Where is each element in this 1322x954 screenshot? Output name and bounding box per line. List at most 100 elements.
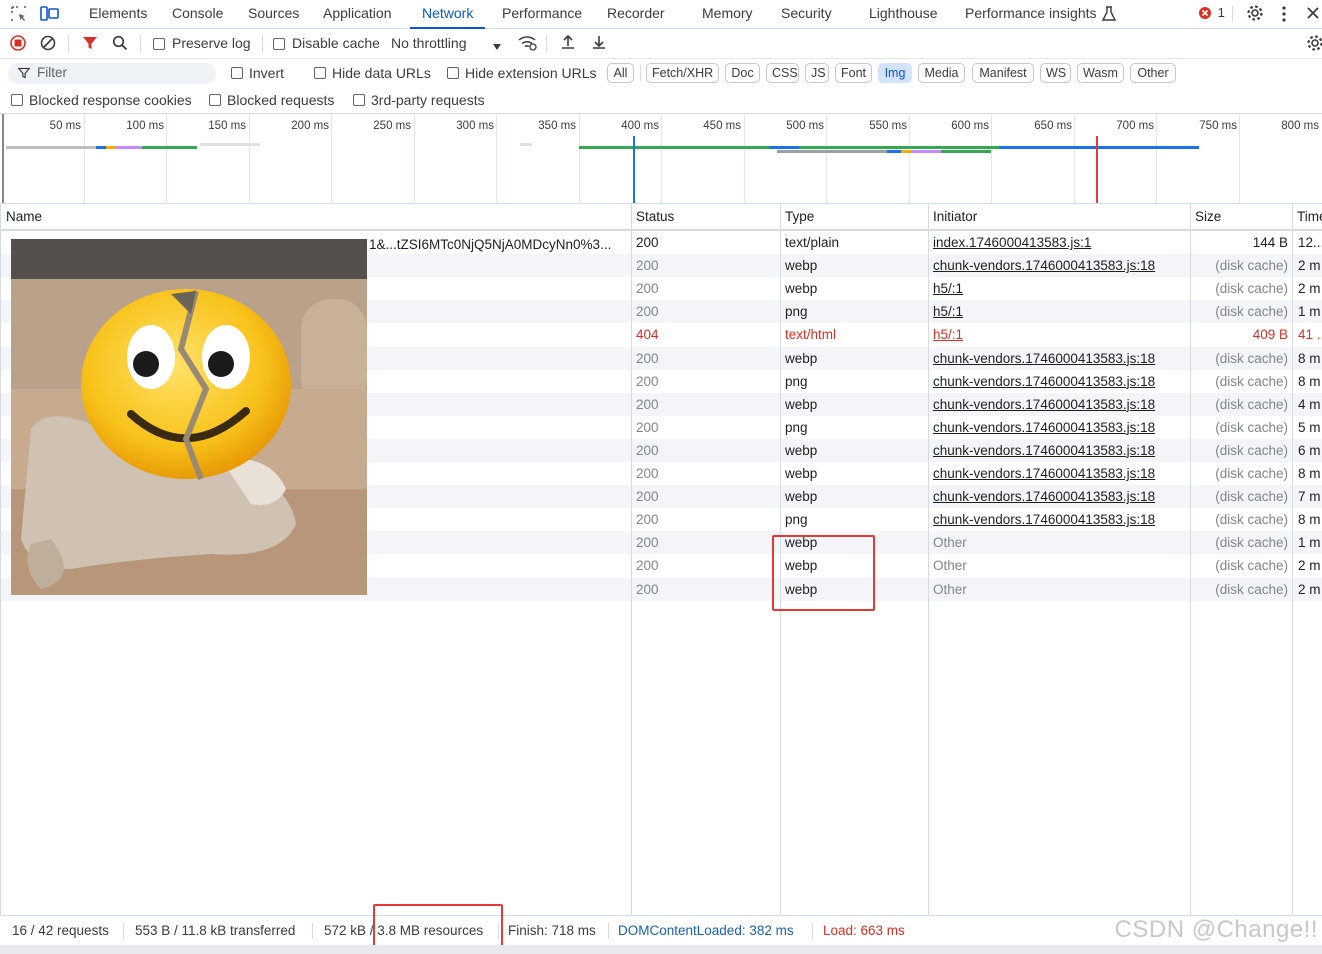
column-header-size[interactable]: Size bbox=[1189, 204, 1292, 230]
column-header-time[interactable]: Time bbox=[1291, 204, 1322, 230]
image-preview-popover bbox=[11, 239, 367, 595]
timeline-tick-label: 500 ms bbox=[786, 120, 824, 132]
type-filter-fetch-xhr[interactable]: Fetch/XHR bbox=[646, 63, 719, 83]
network-conditions-icon[interactable] bbox=[518, 35, 538, 54]
cell-initiator[interactable]: chunk-vendors.1746000413583.js:18 bbox=[933, 508, 1187, 531]
timeline-tick-label: 350 ms bbox=[538, 120, 576, 132]
column-header-name[interactable]: Name bbox=[0, 204, 631, 230]
column-header-type[interactable]: Type bbox=[779, 204, 928, 230]
stop-recording-icon[interactable] bbox=[10, 35, 26, 54]
third-party-requests-checkbox[interactable] bbox=[353, 94, 365, 106]
summary-transferred: 553 B / 11.8 kB transferred bbox=[135, 923, 296, 938]
tab-performance[interactable]: Performance bbox=[502, 0, 582, 28]
annotation-box-resources bbox=[373, 904, 503, 950]
table-left-border bbox=[0, 204, 1, 915]
cell-type: webp bbox=[785, 396, 818, 412]
type-filter-font[interactable]: Font bbox=[835, 63, 872, 83]
cell-initiator[interactable]: chunk-vendors.1746000413583.js:18 bbox=[933, 347, 1187, 370]
tab-security[interactable]: Security bbox=[781, 0, 832, 28]
cell-time: 8 m bbox=[1298, 512, 1321, 528]
type-filter-doc[interactable]: Doc bbox=[725, 63, 760, 83]
timeline-tick-label: 200 ms bbox=[291, 120, 329, 132]
column-header-initiator[interactable]: Initiator bbox=[927, 204, 1190, 230]
cell-initiator[interactable]: chunk-vendors.1746000413583.js:18 bbox=[933, 254, 1187, 277]
throttling-select[interactable]: No throttling bbox=[391, 35, 466, 51]
settings-gear-icon[interactable] bbox=[1246, 4, 1264, 25]
cell-initiator[interactable]: chunk-vendors.1746000413583.js:18 bbox=[933, 485, 1187, 508]
divider bbox=[546, 35, 547, 52]
tab-sources[interactable]: Sources bbox=[248, 0, 299, 28]
cell-initiator[interactable]: chunk-vendors.1746000413583.js:18 bbox=[933, 370, 1187, 393]
cell-initiator[interactable]: index.1746000413583.js:1 bbox=[933, 231, 1187, 254]
type-filter-media[interactable]: Media bbox=[918, 63, 965, 83]
request-name-first[interactable]: 1&...tZSI6MTc0NjQ5NjA0MDcyNn0%3... bbox=[369, 236, 611, 254]
cell-type: text/plain bbox=[785, 235, 840, 250]
device-toolbar-icon[interactable] bbox=[40, 5, 60, 26]
network-toolbar: Preserve log Disable cache No throttling bbox=[0, 29, 1322, 59]
filter-funnel-icon[interactable] bbox=[82, 35, 98, 54]
type-filter-ws[interactable]: WS bbox=[1040, 63, 1071, 83]
tab-performance-insights[interactable]: Performance insights bbox=[965, 0, 1097, 28]
tab-network[interactable]: Network bbox=[410, 0, 486, 29]
cell-initiator[interactable]: chunk-vendors.1746000413583.js:18 bbox=[933, 416, 1187, 439]
request-bar bbox=[911, 150, 941, 153]
blocked-response-cookies-checkbox[interactable] bbox=[11, 94, 23, 106]
tab-memory[interactable]: Memory bbox=[702, 0, 753, 28]
type-filter-manifest[interactable]: Manifest bbox=[972, 63, 1034, 83]
type-filter-css[interactable]: CSS bbox=[766, 63, 799, 83]
divider bbox=[262, 35, 263, 52]
tab-application[interactable]: Application bbox=[323, 0, 392, 28]
inspect-element-icon[interactable] bbox=[10, 5, 28, 26]
column-header-status[interactable]: Status bbox=[630, 204, 780, 230]
cell-time: 2 m bbox=[1298, 258, 1321, 274]
summary-dom-content-loaded: DOMContentLoaded: 382 ms bbox=[618, 923, 794, 938]
type-filter-all[interactable]: All bbox=[607, 63, 634, 83]
network-settings-gear-icon[interactable] bbox=[1306, 34, 1322, 55]
cell-status: 200 bbox=[636, 235, 659, 250]
cell-time: 2 m bbox=[1298, 281, 1321, 297]
cell-initiator[interactable]: chunk-vendors.1746000413583.js:18 bbox=[933, 462, 1187, 485]
network-overview-timeline[interactable]: 50 ms 100 ms 150 ms 200 ms 250 ms 300 ms… bbox=[0, 114, 1322, 204]
error-count-badge[interactable]: 1 bbox=[1198, 6, 1225, 22]
disable-cache-checkbox[interactable] bbox=[273, 38, 285, 50]
type-filter-img[interactable]: Img bbox=[878, 63, 912, 83]
cell-status: 200 bbox=[636, 350, 659, 366]
cell-initiator[interactable]: h5/:1 bbox=[933, 277, 1187, 300]
cell-initiator[interactable]: h5/:1 bbox=[933, 300, 1187, 323]
preserve-log-checkbox[interactable] bbox=[153, 38, 165, 50]
cell-status: 200 bbox=[636, 466, 659, 481]
more-options-icon[interactable] bbox=[1281, 5, 1287, 26]
cell-size: (disk cache) bbox=[1215, 558, 1288, 574]
cell-initiator[interactable]: chunk-vendors.1746000413583.js:18 bbox=[933, 439, 1187, 462]
hide-data-urls-checkbox[interactable] bbox=[314, 67, 326, 79]
hide-extension-urls-checkbox[interactable] bbox=[447, 67, 459, 79]
cat-emoji-image bbox=[11, 239, 367, 595]
import-har-icon[interactable] bbox=[560, 34, 576, 53]
cell-initiator[interactable]: chunk-vendors.1746000413583.js:18 bbox=[933, 393, 1187, 416]
chevron-down-icon[interactable] bbox=[492, 39, 502, 54]
tab-elements[interactable]: Elements bbox=[89, 0, 147, 28]
tab-lighthouse[interactable]: Lighthouse bbox=[869, 0, 938, 28]
close-devtools-icon[interactable] bbox=[1306, 6, 1320, 23]
export-har-icon[interactable] bbox=[591, 34, 607, 53]
filter-input[interactable]: Filter bbox=[8, 63, 216, 84]
invert-checkbox[interactable] bbox=[231, 67, 243, 79]
type-filter-js[interactable]: JS bbox=[805, 63, 829, 83]
clear-icon[interactable] bbox=[40, 35, 56, 54]
tab-recorder[interactable]: Recorder bbox=[607, 0, 665, 28]
tab-console[interactable]: Console bbox=[172, 0, 223, 28]
request-bar bbox=[777, 150, 887, 153]
search-icon[interactable] bbox=[112, 35, 128, 54]
cell-initiator[interactable]: h5/:1 bbox=[933, 323, 1187, 346]
request-bar bbox=[106, 146, 116, 149]
cell-size: (disk cache) bbox=[1215, 581, 1288, 597]
filter-placeholder: Filter bbox=[37, 65, 67, 80]
blocked-requests-checkbox[interactable] bbox=[209, 94, 221, 106]
cell-type: png bbox=[785, 373, 808, 389]
timeline-start-handle[interactable] bbox=[2, 114, 4, 203]
type-filter-other[interactable]: Other bbox=[1130, 63, 1176, 83]
cell-size: (disk cache) bbox=[1215, 419, 1288, 435]
cell-status: 200 bbox=[636, 581, 659, 597]
type-filter-wasm[interactable]: Wasm bbox=[1077, 63, 1124, 83]
cell-size: 144 B bbox=[1252, 235, 1288, 250]
